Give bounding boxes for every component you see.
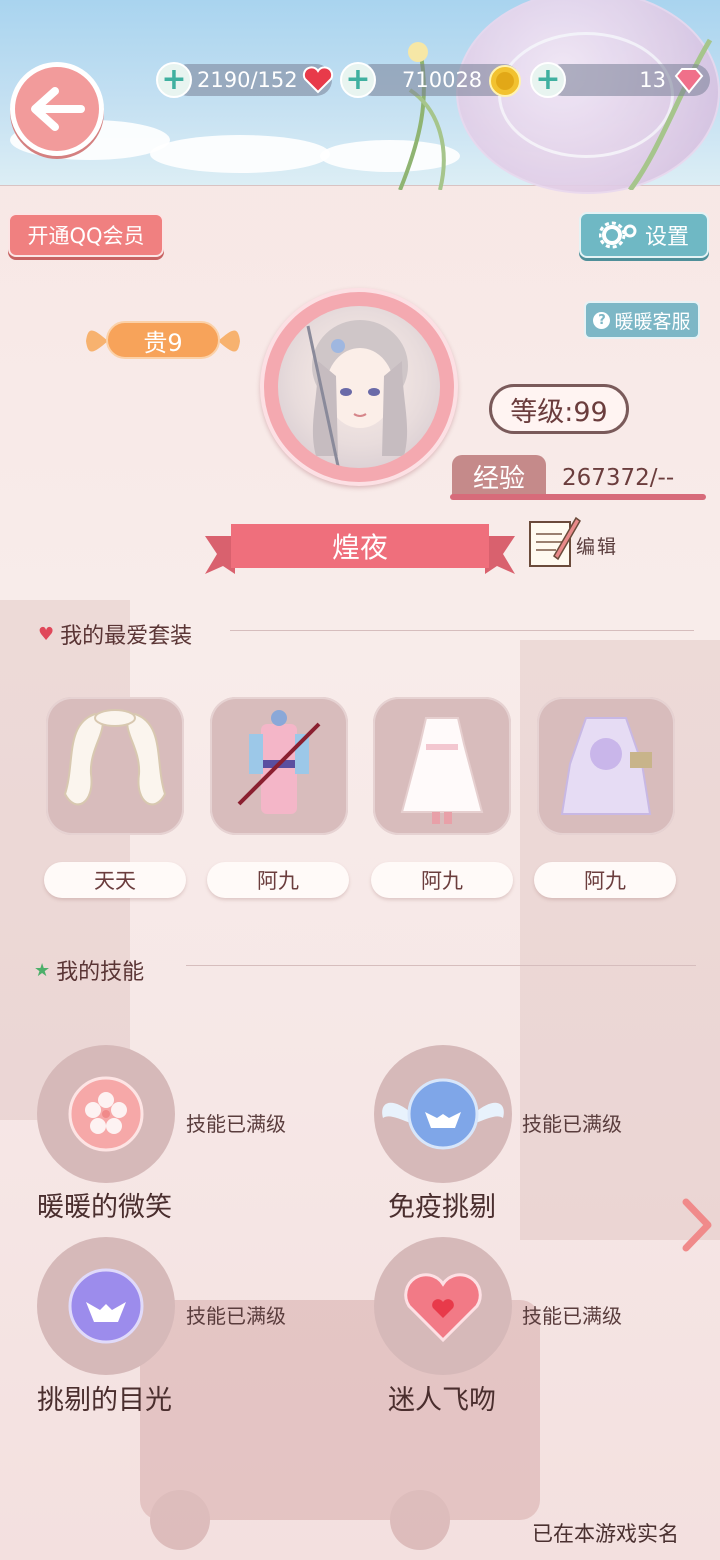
outfit-card-4[interactable]: [537, 697, 675, 835]
arrow-left-icon: [31, 87, 85, 131]
favorites-section-title: ♥ 我的最爱套装: [38, 618, 192, 650]
skill-1-status: 技能已满级: [186, 1112, 286, 1136]
outfit-name-2: 阿九: [257, 869, 299, 893]
outfit-label-3: 阿九: [371, 862, 513, 898]
qq-vip-label: 开通QQ会员: [27, 224, 145, 248]
star-bullet-icon: ★: [34, 959, 51, 981]
avatar-portrait: [278, 306, 440, 468]
skill-3-status: 技能已满级: [186, 1304, 286, 1328]
gold-coin-icon: [489, 65, 521, 97]
skill-3-name: 挑剔的目光: [37, 1385, 172, 1416]
outfit-name-1: 天天: [94, 869, 136, 893]
skill-1[interactable]: [37, 1045, 175, 1183]
exp-bar: [450, 494, 706, 500]
diamond-value: 13: [639, 68, 666, 92]
sakura-icon: [68, 1076, 144, 1152]
skill-3[interactable]: [37, 1237, 175, 1375]
outfit-card-2[interactable]: [210, 697, 348, 835]
nickname-text: 煌夜: [331, 531, 388, 564]
favorites-divider: [230, 630, 694, 631]
winged-mask-icon: [382, 1078, 504, 1150]
hair-outfit-icon: [63, 709, 167, 806]
back-button[interactable]: [10, 62, 104, 156]
white-dress-outfit-icon: [400, 717, 484, 824]
avatar[interactable]: [260, 288, 458, 486]
realname-notice: 已在本游戏实名: [532, 1522, 679, 1546]
outfit-card-3[interactable]: [373, 697, 511, 835]
edit-label: 编辑: [576, 536, 619, 558]
exp-label-tag: 经验: [452, 455, 546, 497]
stamina-value: 2190/152: [197, 68, 298, 92]
add-diamonds-button[interactable]: +: [530, 62, 566, 98]
outfit-label-1: 天天: [44, 862, 186, 898]
diamond-icon: [674, 68, 704, 94]
skill-4-name: 迷人飞吻: [388, 1385, 496, 1416]
outfit-label-2: 阿九: [207, 862, 349, 898]
coin-value: 710028: [402, 68, 483, 92]
skill-2-status: 技能已满级: [522, 1112, 622, 1136]
vip-badge: 贵9: [84, 315, 242, 367]
add-stamina-button[interactable]: +: [156, 62, 192, 98]
edit-profile-button[interactable]: 编辑: [526, 512, 626, 570]
pencil-note-icon: [529, 516, 581, 567]
kimono-outfit-icon: [237, 710, 321, 814]
outfit-label-4: 阿九: [534, 862, 676, 898]
skills-section-title: ★ 我的技能: [34, 954, 144, 986]
question-icon: ?: [593, 311, 611, 329]
heart-icon: [302, 66, 334, 94]
lavender-outfit-icon: [560, 717, 652, 815]
heart-skill-icon: [404, 1273, 482, 1343]
skill-1-name: 暖暖的微笑: [37, 1192, 172, 1223]
mask-icon: [68, 1268, 144, 1344]
skill-4[interactable]: [374, 1237, 512, 1375]
flower-decoration-icon: [398, 38, 713, 190]
exp-value: 267372/--: [562, 465, 675, 491]
customer-service-button[interactable]: ? 暖暖客服: [584, 301, 700, 339]
exp-label: 经验: [472, 463, 525, 494]
favorites-title: 我的最爱套装: [60, 624, 193, 649]
skill-2[interactable]: [374, 1045, 512, 1183]
vip-level-text: 贵9: [143, 328, 183, 357]
next-page-arrow-icon[interactable]: [678, 1198, 714, 1252]
outfit-name-4: 阿九: [584, 869, 626, 893]
nickname-ribbon: 煌夜: [205, 522, 515, 574]
level-text: 等级:99: [510, 396, 608, 428]
gear-icon: [598, 221, 637, 249]
qq-vip-button[interactable]: 开通QQ会员: [8, 213, 164, 257]
outfit-name-3: 阿九: [421, 869, 463, 893]
skill-2-name: 免疫挑剔: [388, 1192, 496, 1223]
skills-title: 我的技能: [56, 960, 145, 985]
outfit-card-1[interactable]: [46, 697, 184, 835]
heart-bullet-icon: ♥: [38, 623, 55, 645]
add-coins-button[interactable]: +: [340, 62, 376, 98]
skills-divider: [186, 965, 696, 966]
settings-button[interactable]: 设置: [579, 212, 709, 258]
customer-service-label: 暖暖客服: [614, 310, 691, 333]
skill-4-status: 技能已满级: [522, 1304, 622, 1328]
level-badge: 等级:99: [489, 384, 629, 434]
top-resource-bar: 2190/152 + 710028 + 13 +: [0, 0, 720, 194]
character-portrait-icon: [306, 320, 408, 467]
settings-label: 设置: [644, 225, 689, 250]
